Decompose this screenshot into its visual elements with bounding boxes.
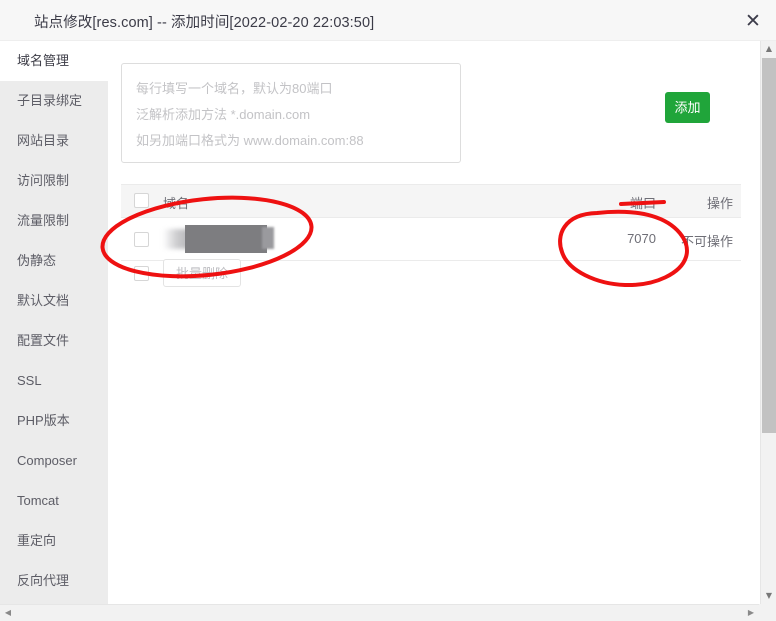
sidebar-item-subdirectory-binding[interactable]: 子目录绑定: [0, 81, 108, 121]
domain-input-placeholder-line-3: 如另加端口格式为 www.domain.com:88: [136, 133, 364, 148]
table-row: 7070 不可操作: [121, 218, 741, 261]
sidebar-item-access-restriction[interactable]: 访问限制: [0, 161, 108, 201]
sidebar-item-ssl[interactable]: SSL: [0, 361, 108, 401]
sidebar-item-label: 访问限制: [17, 173, 70, 188]
sidebar-item-label: 反向代理: [17, 573, 70, 588]
column-header-domain: 域名: [163, 196, 190, 211]
scroll-left-arrow-icon[interactable]: ◀: [0, 605, 16, 621]
sidebar-item-php-version[interactable]: PHP版本: [0, 401, 108, 441]
column-header-port: 端口: [629, 196, 656, 211]
domain-input[interactable]: 每行填写一个域名，默认为80端口 泛解析添加方法 *.domain.com 如另…: [121, 63, 461, 163]
sidebar-item-label: 默认文档: [17, 293, 70, 308]
sidebar-item-reverse-proxy[interactable]: 反向代理: [0, 561, 108, 601]
domain-value-redacted: [163, 225, 274, 253]
sidebar-item-label: 流量限制: [17, 213, 70, 228]
sidebar-item-label: 伪静态: [17, 253, 57, 268]
bulk-select-checkbox[interactable]: [134, 266, 149, 281]
horizontal-scrollbar[interactable]: ◀ ▶: [0, 604, 776, 621]
window-title: 站点修改[res.com] -- 添加时间[2022-02-20 22:03:5…: [34, 15, 375, 31]
sidebar-item-label: 重定向: [17, 533, 57, 548]
vertical-scrollbar-thumb[interactable]: [762, 58, 776, 433]
sidebar-item-label: 配置文件: [17, 333, 70, 348]
sidebar-item-config-file[interactable]: 配置文件: [0, 321, 108, 361]
sidebar-item-redirect[interactable]: 重定向: [0, 521, 108, 561]
sidebar-item-label: 子目录绑定: [17, 93, 83, 108]
table-header-row: 域名 端口 操作: [121, 184, 741, 218]
sidebar: 域名管理 子目录绑定 网站目录 访问限制 流量限制 伪静态 默认文档 配置文件 …: [0, 41, 108, 604]
sidebar-item-pseudo-static[interactable]: 伪静态: [0, 241, 108, 281]
bulk-delete-button[interactable]: 批量删除: [163, 259, 242, 287]
sidebar-item-tomcat[interactable]: Tomcat: [0, 481, 108, 521]
domain-input-placeholder-line-1: 每行填写一个域名，默认为80端口: [136, 81, 333, 96]
sidebar-item-label: 网站目录: [17, 133, 70, 148]
sidebar-item-label: PHP版本: [17, 413, 70, 428]
scrollbar-corner: [759, 604, 776, 621]
redaction-block: [185, 225, 267, 253]
sidebar-item-composer[interactable]: Composer: [0, 441, 108, 481]
site-modify-dialog: 站点修改[res.com] -- 添加时间[2022-02-20 22:03:5…: [0, 0, 776, 621]
sidebar-item-label: 域名管理: [17, 53, 70, 68]
vertical-scrollbar[interactable]: ▲ ▼: [760, 41, 776, 604]
content-panel: 每行填写一个域名，默认为80端口 泛解析添加方法 *.domain.com 如另…: [108, 41, 760, 604]
sidebar-item-label: Composer: [17, 453, 77, 468]
close-icon[interactable]: ✕: [741, 9, 765, 33]
window-titlebar: 站点修改[res.com] -- 添加时间[2022-02-20 22:03:5…: [0, 0, 776, 41]
sidebar-item-default-document[interactable]: 默认文档: [0, 281, 108, 321]
scroll-right-arrow-icon[interactable]: ▶: [743, 605, 759, 621]
row-checkbox[interactable]: [134, 232, 149, 247]
scroll-down-arrow-icon[interactable]: ▼: [761, 588, 776, 604]
sidebar-item-website-directory[interactable]: 网站目录: [0, 121, 108, 161]
select-all-checkbox[interactable]: [134, 193, 149, 208]
sidebar-item-label: Tomcat: [17, 493, 59, 508]
sidebar-item-traffic-limit[interactable]: 流量限制: [0, 201, 108, 241]
redaction-block-tail: [262, 227, 274, 249]
column-header-operation: 操作: [706, 196, 733, 211]
sidebar-item-label: SSL: [17, 373, 42, 388]
domain-table: 域名 端口 操作 7070 不可操作: [121, 184, 741, 261]
cell-port: 7070: [627, 231, 656, 246]
add-button[interactable]: 添加: [665, 92, 710, 123]
domain-input-placeholder-line-2: 泛解析添加方法 *.domain.com: [136, 107, 311, 122]
scroll-up-arrow-icon[interactable]: ▲: [761, 41, 776, 57]
cell-operation: 不可操作: [680, 234, 733, 249]
sidebar-item-domain-management[interactable]: 域名管理: [0, 41, 108, 81]
bulk-action-row: 批量删除: [121, 259, 741, 289]
